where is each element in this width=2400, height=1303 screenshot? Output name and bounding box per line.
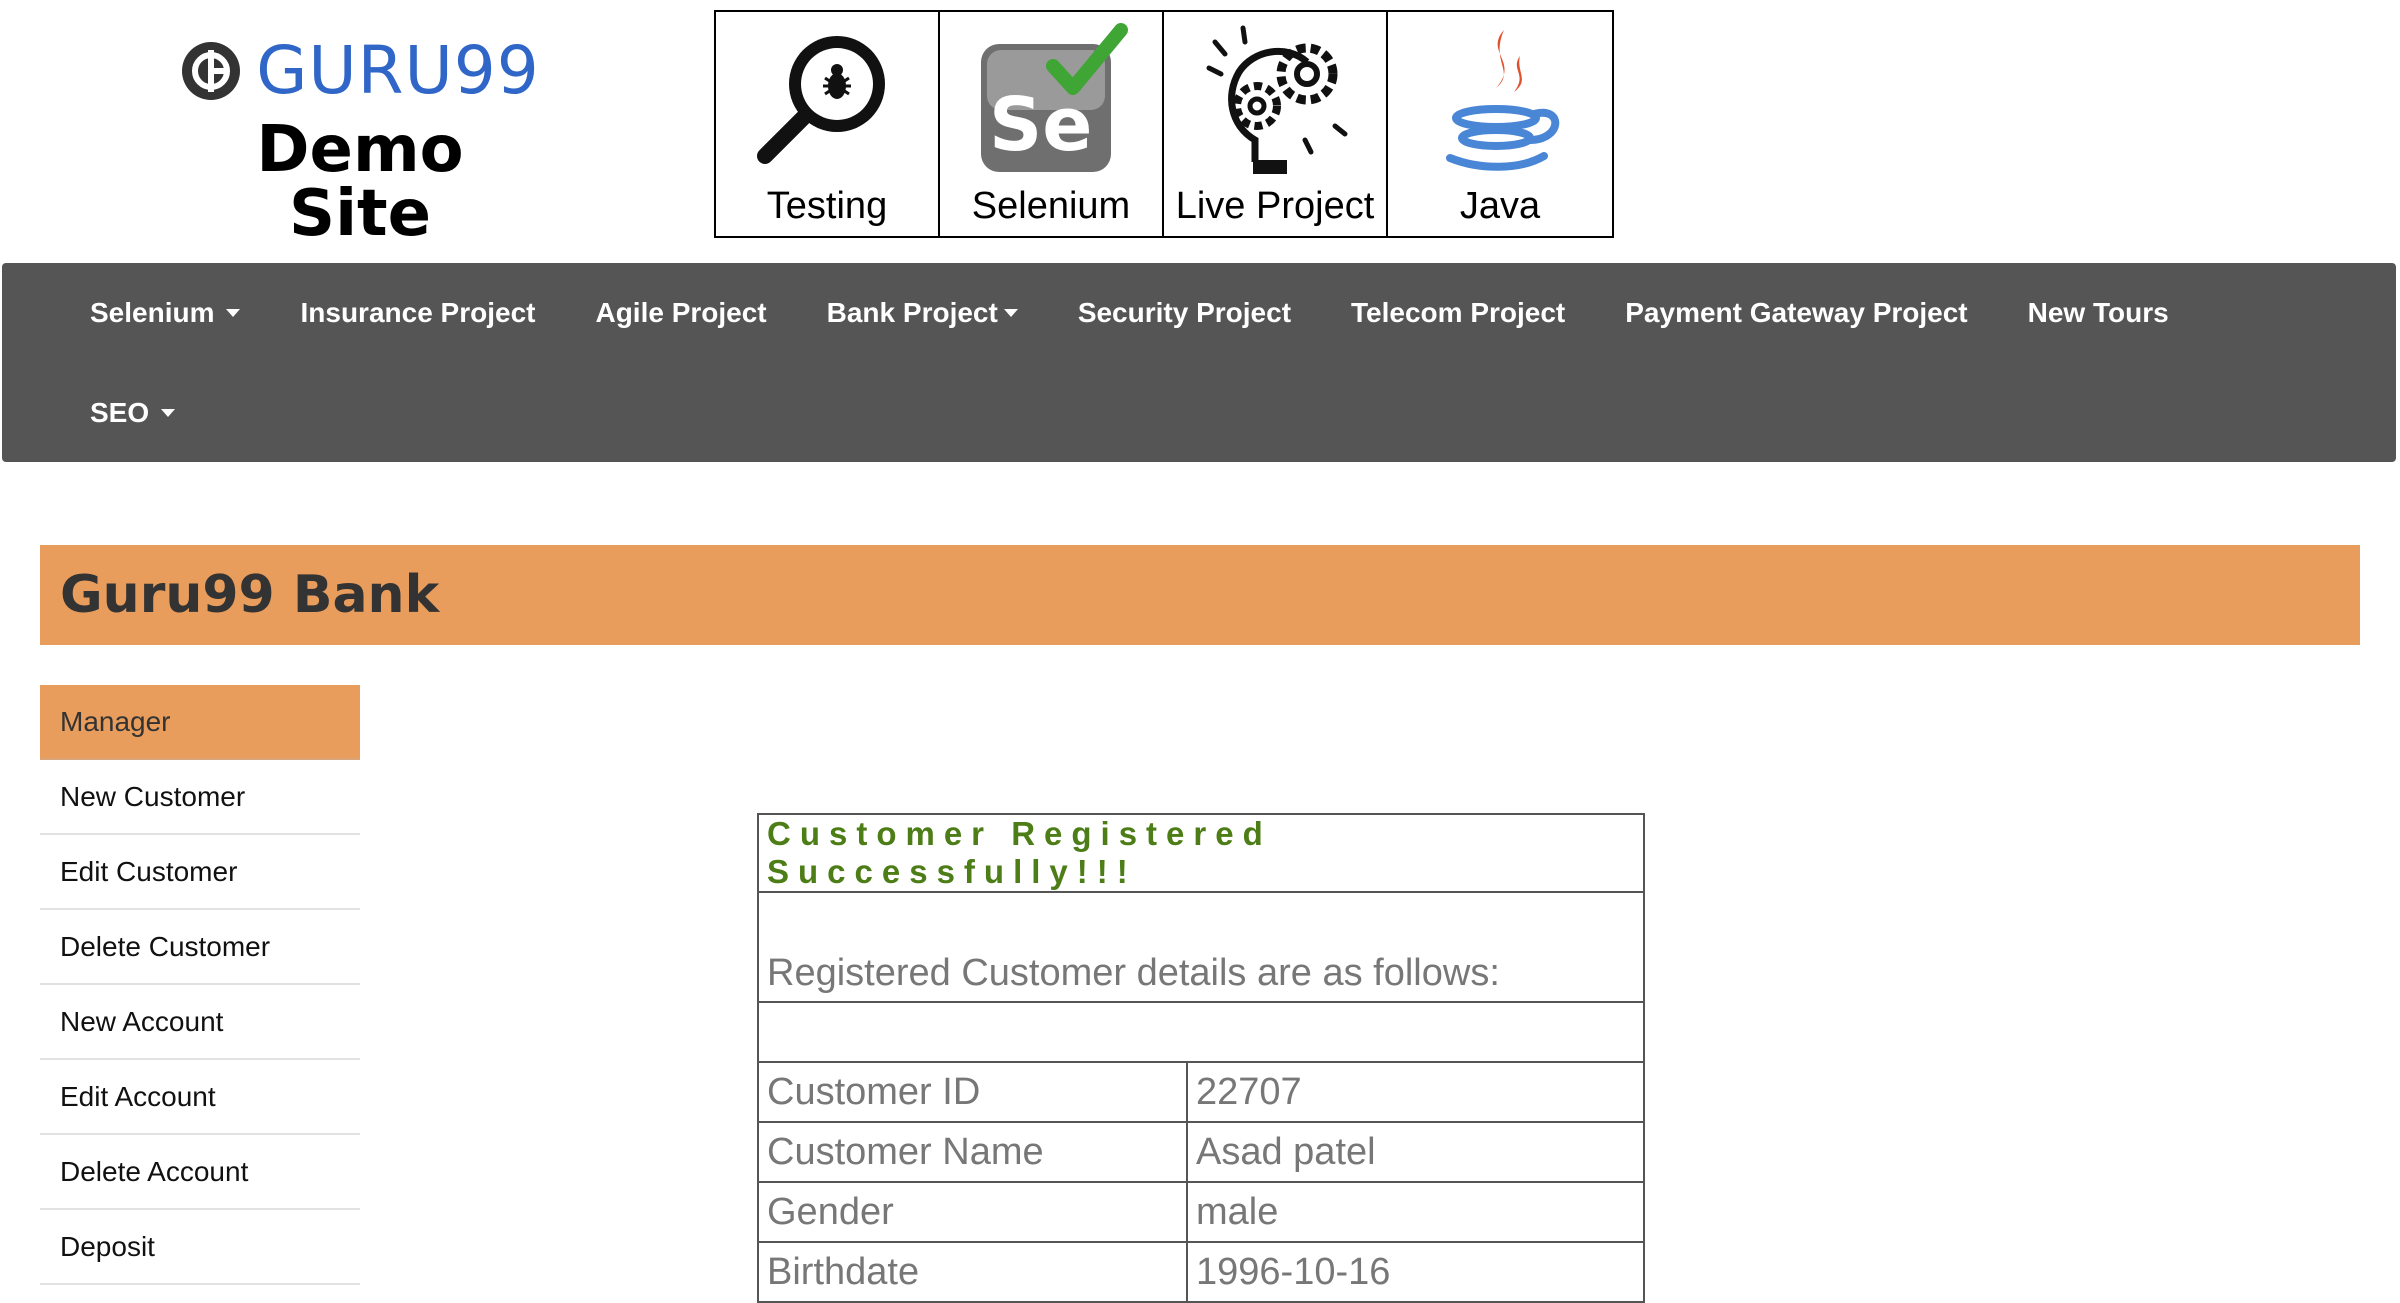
caret-down-icon	[1003, 309, 1018, 317]
lightbulb-gears-icon	[1206, 25, 1348, 175]
detail-value: 22707	[1186, 1061, 1645, 1123]
table-row: Customer Registered Successfully!!!	[757, 813, 1645, 893]
nav-label: Security Project	[1077, 297, 1292, 328]
table-row: Customer Name Asad patel	[757, 1121, 1645, 1183]
sidebar-item-edit-account[interactable]: Edit Account	[40, 1060, 360, 1135]
detail-key: Customer ID	[757, 1061, 1188, 1123]
nav-label: Telecom Project	[1351, 297, 1566, 328]
nav-bank-project[interactable]: Bank Project	[827, 297, 1018, 329]
bank-header-bar: Guru99 Bank	[40, 545, 2360, 645]
detail-key: Customer Name	[757, 1121, 1188, 1183]
detail-key: Birthdate	[757, 1241, 1188, 1303]
table-row: Birthdate 1996-10-16	[757, 1241, 1645, 1303]
logo-subtitle: Demo Site	[256, 113, 464, 251]
table-row: Customer ID 22707	[757, 1061, 1645, 1123]
sidebar-item-delete-customer[interactable]: Delete Customer	[40, 910, 360, 985]
caret-down-icon	[226, 309, 241, 317]
details-subtitle: Registered Customer details are as follo…	[757, 891, 1645, 1003]
tile-label: Testing	[766, 185, 888, 228]
nav-label: Selenium	[90, 297, 215, 328]
nav-insurance-project[interactable]: Insurance Project	[300, 297, 535, 329]
sidebar-item-new-account[interactable]: New Account	[40, 985, 360, 1060]
svg-text:Se: Se	[989, 82, 1092, 168]
nav-label: New Tours	[2027, 297, 2169, 328]
tile-selenium[interactable]: Se Selenium	[940, 12, 1164, 236]
nav-label: Bank Project	[826, 297, 998, 328]
nav-label: SEO	[90, 397, 150, 428]
nav-security-project[interactable]: Security Project	[1078, 297, 1291, 329]
detail-value: 1996-10-16	[1186, 1241, 1645, 1303]
sidebar-item-edit-customer[interactable]: Edit Customer	[40, 835, 360, 910]
detail-value: male	[1186, 1181, 1645, 1243]
nav-label: Payment Gateway Project	[1625, 297, 1968, 328]
tile-label: Live Project	[1175, 185, 1375, 228]
tile-label: Selenium	[971, 185, 1131, 228]
guru99-logo-icon	[182, 42, 241, 100]
page-title: Guru99 Bank	[60, 565, 440, 625]
tile-live-project[interactable]: Live Project	[1164, 12, 1388, 236]
sidebar-item-delete-account[interactable]: Delete Account	[40, 1135, 360, 1210]
nav-new-tours[interactable]: New Tours	[2028, 297, 2169, 329]
sidebar-item-deposit[interactable]: Deposit	[40, 1210, 360, 1285]
nav-payment-gateway-project[interactable]: Payment Gateway Project	[1625, 297, 1967, 329]
table-row: Gender male	[757, 1181, 1645, 1243]
site-logo[interactable]: GURU99 Demo Site	[180, 38, 540, 246]
tile-testing[interactable]: Testing	[716, 12, 940, 236]
sidebar-item-new-customer[interactable]: New Customer	[40, 760, 360, 835]
course-tiles: Testing Se Selenium Live Project Java	[714, 10, 1614, 238]
java-cup-icon	[1446, 30, 1560, 171]
tile-label: Java	[1459, 185, 1541, 228]
detail-value: Asad patel	[1186, 1121, 1645, 1183]
nav-row: Selenium Insurance Project Agile Project…	[90, 263, 2229, 363]
sidebar-menu: Manager New Customer Edit Customer Delet…	[40, 685, 360, 1285]
success-message: Customer Registered Successfully!!!	[757, 813, 1645, 893]
tile-java[interactable]: Java	[1388, 12, 1612, 236]
magnifier-bug-icon	[757, 36, 885, 165]
selenium-se-icon: Se	[981, 23, 1128, 173]
table-row	[757, 1001, 1645, 1063]
customer-details-table: Customer Registered Successfully!!! Regi…	[757, 813, 1645, 1303]
nav-selenium[interactable]: Selenium	[90, 297, 241, 329]
nav-row: SEO	[90, 363, 235, 463]
blank-cell	[757, 1001, 1645, 1063]
logo-text: GURU99	[256, 32, 540, 109]
caret-down-icon	[161, 409, 176, 417]
main-nav: Selenium Insurance Project Agile Project…	[2, 263, 2396, 462]
nav-telecom-project[interactable]: Telecom Project	[1351, 297, 1565, 329]
nav-agile-project[interactable]: Agile Project	[595, 297, 766, 329]
table-row: Registered Customer details are as follo…	[757, 891, 1645, 1003]
detail-key: Gender	[757, 1181, 1188, 1243]
sidebar-item-manager[interactable]: Manager	[40, 685, 360, 760]
nav-seo[interactable]: SEO	[90, 397, 176, 429]
nav-label: Insurance Project	[300, 297, 536, 328]
nav-label: Agile Project	[595, 297, 767, 328]
